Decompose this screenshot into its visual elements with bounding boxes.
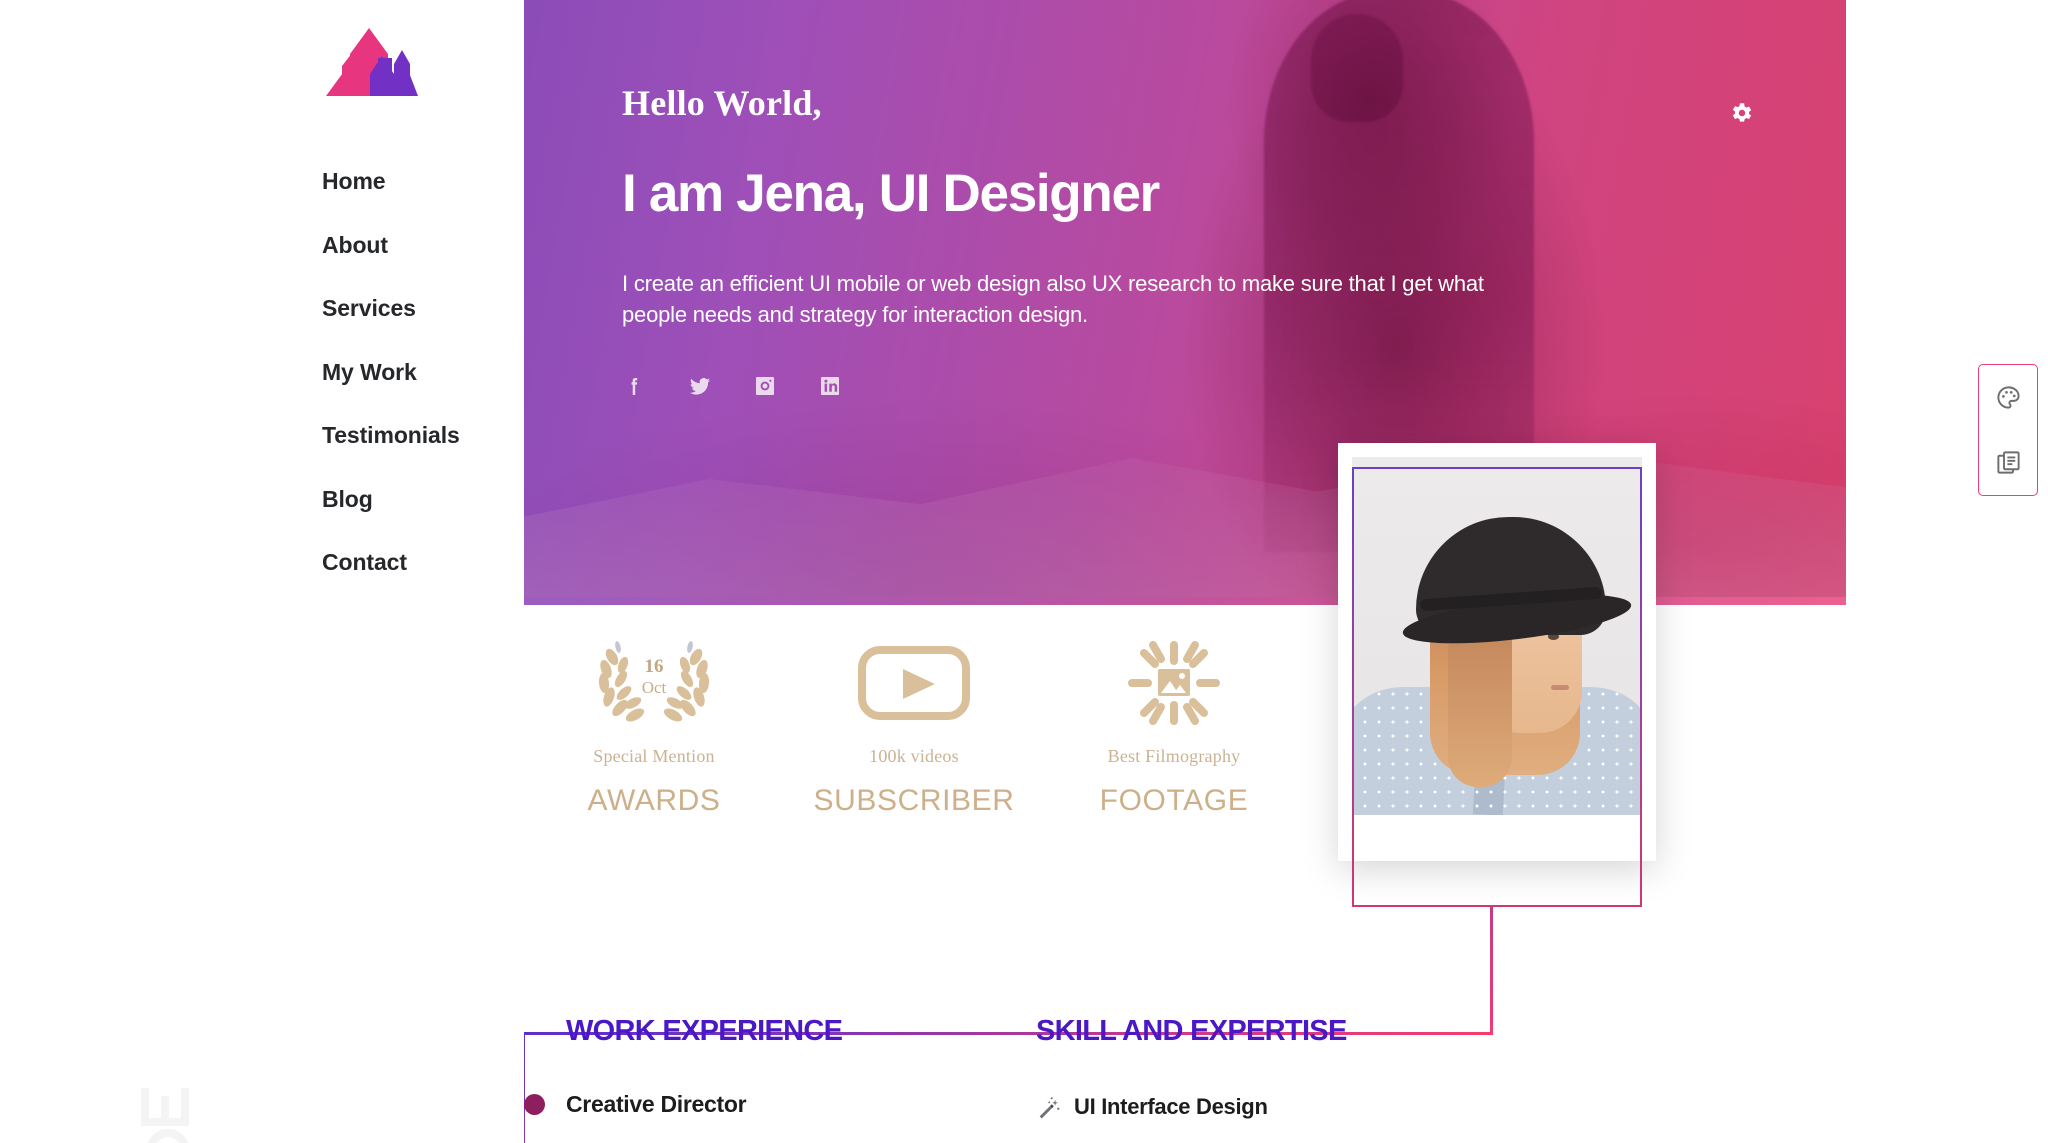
social-link-facebook[interactable] — [622, 373, 648, 399]
nav-item-services[interactable]: Services — [322, 297, 542, 320]
award-subtitle: 100k videos — [869, 746, 959, 766]
hero-eyebrow: Hello World, — [622, 83, 822, 123]
main-navigation: Home About Services My Work Testimonials… — [322, 170, 542, 574]
lu-arrows-logo — [326, 28, 418, 96]
work-experience-column: WORK EXPERIENCE Creative Director — [524, 1015, 1036, 1120]
skill-entry-title: UI Interface Design — [1074, 1094, 1268, 1119]
play-video-icon — [784, 640, 1044, 726]
award-title: FOOTAGE — [1099, 784, 1249, 817]
nav-item-contact[interactable]: Contact — [322, 551, 542, 574]
floating-tools-panel — [1978, 364, 2038, 496]
portrait-woman-with-hat — [1352, 457, 1642, 815]
settings-gear-button[interactable] — [1728, 100, 1754, 126]
timeline-dot — [524, 1094, 545, 1115]
nav-item-my-work[interactable]: My Work — [322, 360, 542, 384]
award-badge-month: Oct — [642, 678, 667, 697]
award-subtitle: Best Filmography — [1107, 746, 1241, 766]
sunburst-image-icon — [1044, 640, 1304, 726]
layout-pages-button[interactable] — [1991, 446, 2025, 480]
hero-content: Hello World, I am Jena, UI Designer I cr… — [622, 82, 1522, 399]
layout-pages-icon — [1996, 451, 2020, 474]
social-link-linkedin[interactable] — [817, 373, 843, 399]
award-card-subscriber: 100k videos SUBSCRIBER — [784, 640, 1044, 818]
palette-button[interactable] — [1991, 381, 2025, 415]
hero-description: I create an efficient UI mobile or web d… — [622, 270, 1484, 327]
gear-icon — [1732, 103, 1752, 122]
skill-entry[interactable]: UI Interface Design — [1036, 1094, 1506, 1120]
facebook-icon — [631, 378, 638, 396]
award-badge-number: 16 — [645, 656, 664, 677]
award-card-footage: Best Filmography FOOTAGE — [1044, 640, 1304, 818]
brand-logo[interactable] — [322, 18, 418, 98]
palette-icon — [1996, 386, 2020, 409]
portrait-lips — [1551, 685, 1569, 690]
skills-heading: SKILL AND EXPERTISE — [1036, 1015, 1347, 1047]
twitter-icon — [690, 378, 710, 395]
nav-item-about[interactable]: About — [322, 233, 542, 257]
skills-column: SKILL AND EXPERTISE UI Interface Design — [1036, 1015, 1506, 1120]
work-experience-heading: WORK EXPERIENCE — [566, 1015, 843, 1047]
laurel-wreath-icon: 16 Oct — [524, 640, 784, 726]
social-link-twitter[interactable] — [687, 373, 713, 399]
nav-item-home[interactable]: Home — [322, 170, 542, 193]
hero-title: I am Jena, UI Designer — [622, 164, 1160, 223]
work-experience-entry[interactable]: Creative Director — [524, 1091, 1036, 1118]
magic-wand-icon — [1036, 1095, 1061, 1120]
linkedin-icon — [821, 377, 839, 396]
bottom-section: WORK EXPERIENCE Creative Director SKILL … — [524, 1015, 1766, 1120]
crown-watermark — [138, 1085, 198, 1143]
award-subtitle: Special Mention — [593, 746, 715, 766]
profile-photo-card — [1338, 443, 1656, 907]
award-card-awards: 16 Oct Special Mention AWARDS — [524, 640, 784, 818]
instagram-icon — [756, 377, 774, 396]
social-link-instagram[interactable] — [752, 373, 778, 399]
award-title: AWARDS — [587, 784, 721, 817]
social-links — [622, 373, 1522, 399]
work-entry-title: Creative Director — [566, 1091, 747, 1117]
profile-card-surface — [1338, 443, 1656, 861]
award-title: SUBSCRIBER — [813, 784, 1015, 817]
nav-item-blog[interactable]: Blog — [322, 487, 542, 511]
page-root: Home About Services My Work Testimonials… — [0, 0, 2048, 1143]
nav-item-testimonials[interactable]: Testimonials — [322, 424, 542, 447]
sidebar: Home About Services My Work Testimonials… — [0, 0, 524, 1143]
